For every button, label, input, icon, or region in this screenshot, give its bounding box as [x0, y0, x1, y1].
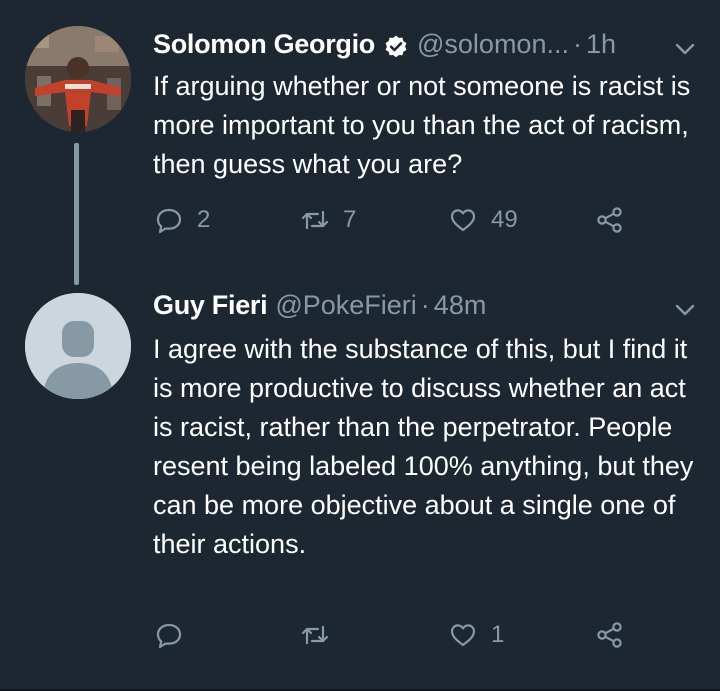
like-count: 49: [491, 206, 518, 233]
share-button[interactable]: [596, 621, 624, 649]
tweet-actions: 2 7 49: [0, 206, 720, 246]
retweet-icon: [301, 625, 329, 645]
reply-button[interactable]: 2: [155, 206, 210, 234]
like-icon: [450, 624, 476, 647]
chevron-down-icon[interactable]: [672, 36, 698, 62]
default-avatar-icon: [25, 293, 131, 399]
reply-count: 2: [197, 206, 211, 233]
tweet-1[interactable]: Solomon Georgio @solomon... · 1h If argu…: [0, 0, 720, 285]
retweet-count: 7: [343, 206, 357, 233]
author-handle[interactable]: @solomon...: [417, 24, 569, 64]
retweet-icon: [301, 210, 329, 230]
timestamp[interactable]: 1h: [586, 24, 616, 64]
tweet-text: I agree with the substance of this, but …: [153, 334, 694, 559]
separator-dot: ·: [420, 290, 430, 320]
tweet-2[interactable]: Guy Fieri @PokeFieri · 48m I agree with …: [0, 285, 720, 691]
tweet-header: Solomon Georgio @solomon... · 1h: [153, 24, 616, 64]
like-button[interactable]: 49: [449, 206, 518, 234]
timestamp[interactable]: 48m: [434, 285, 487, 325]
tweet-actions: 1: [0, 621, 720, 661]
author-handle[interactable]: @PokeFieri: [275, 285, 416, 325]
retweet-button[interactable]: 7: [301, 206, 356, 234]
like-icon: [450, 209, 476, 232]
author-name[interactable]: Guy Fieri: [153, 285, 268, 325]
tweet-header: Guy Fieri @PokeFieri · 48m: [153, 285, 486, 325]
reply-icon: [156, 208, 182, 234]
share-icon: [597, 622, 622, 648]
avatar[interactable]: [25, 26, 131, 132]
chevron-down-icon[interactable]: [672, 297, 698, 323]
avatar[interactable]: [25, 293, 131, 399]
separator-dot: ·: [572, 29, 582, 59]
share-icon: [597, 207, 622, 233]
reply-icon: [156, 623, 182, 649]
like-count: 1: [491, 621, 505, 648]
user-photo: [25, 26, 131, 132]
verified-badge-icon: [383, 31, 409, 58]
like-button[interactable]: 1: [449, 621, 504, 649]
tweet-text: If arguing whether or not someone is rac…: [153, 71, 691, 179]
reply-button[interactable]: [155, 621, 197, 649]
author-name[interactable]: Solomon Georgio: [153, 24, 375, 64]
share-button[interactable]: [596, 206, 624, 234]
retweet-button[interactable]: [301, 621, 343, 649]
